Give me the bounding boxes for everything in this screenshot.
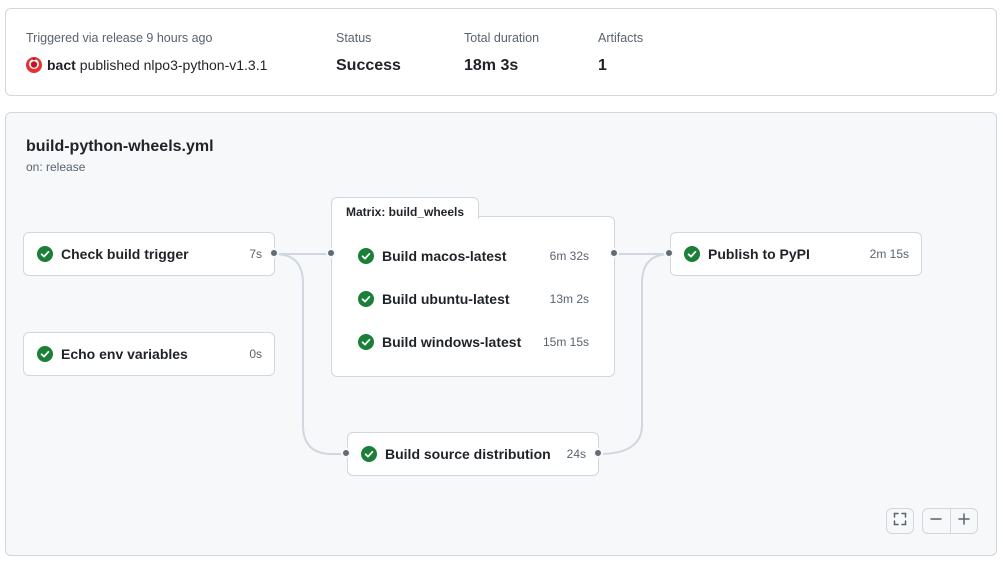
job-name: Build macos-latest — [382, 248, 507, 264]
run-summary: Triggered via release 9 hours ago bact p… — [5, 8, 997, 96]
job-name: Build source distribution — [385, 446, 551, 462]
status-value: Success — [336, 57, 401, 74]
artifacts-info: Artifacts 1 — [598, 30, 643, 76]
connector-dot — [269, 248, 279, 258]
status-label: Status — [336, 31, 372, 45]
actor-name[interactable]: bact — [47, 55, 76, 75]
artifacts-label: Artifacts — [598, 31, 644, 45]
check-circle-fill-icon — [358, 334, 374, 350]
duration-label: Total duration — [464, 31, 540, 45]
job-duration: 15m 15s — [542, 335, 589, 349]
trigger-info: Triggered via release 9 hours ago bact p… — [26, 30, 267, 75]
job-name: Build windows-latest — [382, 334, 522, 350]
artifacts-value[interactable]: 1 — [598, 56, 643, 76]
plus-icon — [958, 512, 970, 530]
check-circle-fill-icon — [361, 446, 377, 462]
check-circle-fill-icon — [358, 248, 374, 264]
workflow-graph: build-python-wheels.yml on: release Chec… — [5, 112, 997, 556]
check-circle-fill-icon — [37, 346, 53, 362]
connector-dot — [609, 248, 619, 258]
zoom-in-button[interactable] — [949, 509, 978, 533]
job-check-build-trigger[interactable]: Check build trigger 7s — [23, 232, 275, 276]
workflow-file-name[interactable]: build-python-wheels.yml — [26, 137, 214, 157]
job-name: Echo env variables — [61, 346, 188, 362]
job-name: Build ubuntu-latest — [382, 291, 510, 307]
job-echo-env-variables[interactable]: Echo env variables 0s — [23, 332, 275, 376]
fullscreen-button[interactable] — [886, 508, 914, 534]
avatar[interactable] — [26, 57, 42, 73]
connector-dot — [326, 248, 336, 258]
job-duration: 7s — [249, 247, 262, 261]
check-circle-fill-icon — [37, 246, 53, 262]
check-circle-fill-icon — [684, 246, 700, 262]
matrix-job-windows[interactable]: Build windows-latest 15m 15s — [358, 332, 589, 352]
job-duration: 13m 2s — [549, 292, 589, 306]
job-duration: 2m 15s — [869, 247, 909, 261]
job-publish-to-pypi[interactable]: Publish to PyPI 2m 15s — [670, 232, 922, 276]
matrix-title[interactable]: Matrix: build_wheels — [331, 197, 479, 219]
duration-value: 18m 3s — [464, 57, 519, 74]
workflow-trigger: on: release — [26, 160, 86, 174]
connector-dot — [593, 448, 603, 458]
job-name: Check build trigger — [61, 246, 189, 262]
actor-line: bact published nlpo3-python-v1.3.1 — [26, 55, 267, 75]
duration-info: Total duration 18m 3s — [464, 30, 539, 76]
minus-icon — [930, 512, 942, 530]
matrix-job-ubuntu[interactable]: Build ubuntu-latest 13m 2s — [358, 289, 589, 309]
release-link[interactable]: published nlpo3-python-v1.3.1 — [80, 55, 268, 75]
trigger-label: Triggered via release 9 hours ago — [26, 31, 213, 45]
connector-dot — [341, 448, 351, 458]
connector-dot — [664, 248, 674, 258]
fullscreen-icon — [893, 512, 907, 531]
matrix-build-wheels: Build macos-latest 6m 32s Build ubuntu-l… — [331, 216, 615, 377]
job-name: Publish to PyPI — [708, 246, 810, 262]
job-duration: 0s — [249, 347, 262, 361]
job-duration: 6m 32s — [549, 249, 589, 263]
matrix-job-macos[interactable]: Build macos-latest 6m 32s — [358, 246, 589, 266]
job-duration: 24s — [566, 447, 586, 461]
zoom-out-button[interactable] — [923, 509, 950, 533]
zoom-controls — [922, 508, 978, 534]
job-build-source-distribution[interactable]: Build source distribution 24s — [347, 432, 599, 476]
status-info: Status Success — [336, 30, 401, 76]
check-circle-fill-icon — [358, 291, 374, 307]
